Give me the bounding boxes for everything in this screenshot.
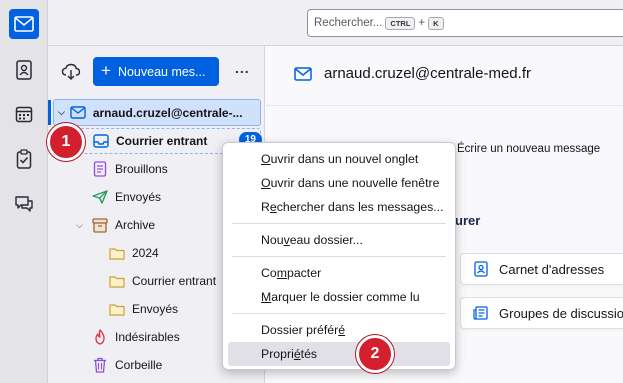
- junk-icon: [91, 329, 109, 345]
- account-mail-icon: [69, 105, 87, 121]
- menu-new-folder[interactable]: Nou v eau dossier...: [228, 228, 450, 252]
- address-book-icon: [474, 261, 488, 277]
- mail-icon: [294, 66, 312, 81]
- menu-compact[interactable]: Co m pacter: [228, 261, 450, 285]
- menu-separator: [232, 313, 446, 314]
- menu-properties[interactable]: Propri é tés: [228, 342, 450, 366]
- folder-label: Envoyés: [132, 302, 179, 316]
- calendar-icon: [15, 106, 33, 123]
- folder-icon: [108, 301, 126, 317]
- menu-search-messages[interactable]: Re chercher dans les messages...: [228, 195, 450, 219]
- account-email: arnaud.cruzel@centrale-med.fr: [324, 65, 531, 82]
- shortcut-plus: +: [418, 17, 426, 29]
- newsgroups-label: Groupes de discussion: [499, 305, 623, 321]
- mail-icon: [14, 16, 34, 32]
- more-menu-button[interactable]: ...: [235, 60, 250, 76]
- sent-icon: [91, 189, 109, 205]
- step-badge-1: 1: [47, 123, 85, 161]
- step-badge-2: 2: [356, 335, 394, 373]
- get-messages-button[interactable]: [61, 62, 81, 82]
- new-message-label: Nouveau mes...: [117, 64, 206, 79]
- menu-separator: [232, 256, 446, 257]
- setup-heading: urer: [455, 213, 481, 228]
- menu-separator: [232, 223, 446, 224]
- inbox-icon: [92, 133, 110, 149]
- shortcut-key: K: [428, 16, 444, 30]
- folder-label: Courrier entrant: [116, 134, 208, 148]
- plus-icon: +: [101, 60, 111, 80]
- folder-label: Brouillons: [115, 162, 168, 176]
- folder-context-menu: Ouvrir dans un nouvel onglet Ouvrir dans…: [222, 142, 456, 370]
- search-placeholder: Rechercher...: [314, 17, 383, 29]
- tasks-icon: [16, 149, 32, 169]
- folder-label: Envoyés: [115, 190, 162, 204]
- shortcut-ctrl: CTRL: [385, 16, 416, 30]
- newsgroup-icon: [473, 306, 488, 320]
- menu-open-new-tab[interactable]: Ouvrir dans un nouvel onglet: [228, 147, 450, 171]
- spaces-toolbar: [0, 0, 48, 383]
- chevron-down-icon: ⌵: [58, 107, 65, 117]
- folder-label: 2024: [132, 246, 159, 260]
- write-message-link[interactable]: Écrire un nouveau message: [457, 143, 600, 155]
- tasks-space-button[interactable]: [12, 147, 36, 171]
- account-header: arnaud.cruzel@centrale-med.fr: [294, 65, 531, 82]
- address-book-label: Carnet d'adresses: [499, 261, 605, 277]
- chevron-down-icon: ⌵: [76, 219, 83, 230]
- address-book-icon: [16, 60, 32, 80]
- menu-mark-folder-read[interactable]: Marquer le dossier comme lu: [228, 285, 450, 309]
- folder-label: Archive: [115, 218, 156, 232]
- menu-open-new-window[interactable]: Ouvrir dans une nouvelle fenêtre: [228, 171, 450, 195]
- new-message-button[interactable]: + Nouveau mes...: [93, 57, 219, 86]
- folder-icon: [108, 245, 126, 261]
- address-book-card[interactable]: Carnet d'adresses: [460, 253, 623, 285]
- folder-label: Corbeille: [115, 358, 163, 372]
- menu-favorite-folder[interactable]: Dossier préfér é: [228, 318, 450, 342]
- account-name: arnaud.cruzel@centrale-...: [92, 105, 243, 120]
- address-book-space-button[interactable]: [12, 58, 36, 82]
- chat-icon: [15, 196, 33, 212]
- folder-label: Indésirables: [115, 330, 180, 344]
- cloud-download-icon: [61, 63, 81, 80]
- top-bar: Rechercher... CTRL + K: [0, 0, 623, 46]
- mail-space-button[interactable]: [9, 9, 39, 39]
- newsgroups-card[interactable]: Groupes de discussion: [460, 297, 623, 329]
- trash-icon: [91, 357, 109, 373]
- drafts-icon: [91, 161, 109, 177]
- folder-label: Courrier entrant: [132, 274, 217, 288]
- search-input[interactable]: Rechercher... CTRL + K: [307, 9, 623, 37]
- account-row[interactable]: ⌵ arnaud.cruzel@centrale-...: [48, 99, 261, 126]
- chat-space-button[interactable]: [12, 192, 36, 216]
- calendar-space-button[interactable]: [12, 102, 36, 126]
- folder-icon: [108, 273, 126, 289]
- divider: [266, 105, 623, 106]
- archive-icon: [91, 217, 109, 233]
